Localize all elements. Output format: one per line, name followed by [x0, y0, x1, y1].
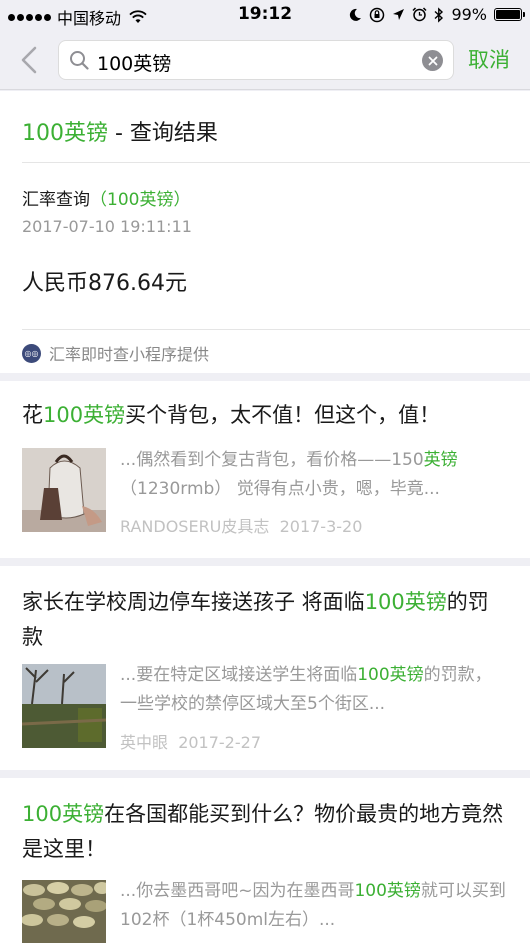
article-snippet: ...偶然看到个复古背包，看价格——150英镑 （1230rmb） 觉得有点小贵，… — [120, 446, 508, 504]
search-header: 100英镑 取消 — [0, 30, 530, 90]
article-thumbnail — [22, 880, 106, 943]
result-title-suffix: - 查询结果 — [108, 121, 218, 146]
status-bar: 中国移动 19:12 99% — [0, 0, 530, 30]
rate-label-keyword: （100英镑） — [90, 190, 191, 210]
back-button[interactable] — [14, 43, 44, 77]
rate-timestamp: 2017-07-10 19:11:11 — [22, 217, 192, 236]
article-title-keyword: 100英镑 — [22, 802, 105, 826]
result-title: 100英镑 - 查询结果 — [22, 115, 218, 147]
location-icon — [393, 9, 405, 20]
search-input[interactable]: 100英镑 — [97, 49, 171, 76]
search-field[interactable]: 100英镑 — [58, 40, 454, 80]
article-card[interactable]: 100英镑在各国都能买到什么？物价最贵的地方竟然是这里！ ...你去墨西哥吧~因… — [0, 778, 530, 943]
article-snippet-keyword: 英镑 — [423, 450, 458, 470]
article-snippet-keyword: 100英镑 — [354, 881, 421, 901]
mini-program-icon: ◎◎ — [22, 343, 41, 363]
article-title-text: 家长在学校周边停车接送孩子 将面临 — [22, 590, 365, 614]
article-source: 英中眼 — [120, 733, 169, 752]
article-thumbnail — [22, 448, 106, 532]
clear-icon[interactable] — [422, 50, 443, 71]
search-icon — [70, 51, 89, 70]
moon-icon — [350, 8, 362, 21]
battery-icon — [494, 8, 525, 21]
rate-value: 人民币876.64元 — [22, 271, 187, 296]
article-title-keyword: 100英镑 — [43, 403, 126, 427]
chevron-left-icon — [21, 46, 37, 74]
battery-percent: 99% — [451, 5, 487, 24]
article-snippet: ...你去墨西哥吧~因为在墨西哥100英镑就可以买到102杯（1杯450ml左右… — [120, 877, 508, 935]
divider — [22, 162, 530, 163]
article-date: 2017-3-20 — [279, 517, 363, 536]
article-title-keyword: 100英镑 — [364, 590, 447, 614]
article-snippet-text: （1230rmb） 觉得有点小贵，嗯，毕竟... — [120, 479, 440, 499]
rotation-lock-icon — [370, 7, 385, 22]
article-snippet-text: ...你去墨西哥吧~因为在墨西哥 — [120, 881, 355, 901]
article-title-text: 花 — [22, 403, 43, 427]
bluetooth-icon — [434, 6, 444, 23]
article-snippet: ...要在特定区域接送学生将面临100英镑的罚款，一些学校的禁停区域大至5个街区… — [120, 661, 508, 719]
article-title: 100英镑在各国都能买到什么？物价最贵的地方竟然是这里！ — [22, 797, 508, 867]
article-thumbnail — [22, 664, 106, 748]
article-card[interactable]: 家长在学校周边停车接送孩子 将面临100英镑的罚款 ...要在特定区域接送学生将… — [0, 566, 530, 770]
article-meta: 英中眼 2017-2-27 — [120, 729, 261, 753]
article-card[interactable]: 花100英镑买个背包，太不值！但这个，值！ ...偶然看到个复古背包，看价格——… — [0, 381, 530, 558]
provider-line[interactable]: ◎◎ 汇率即时查小程序提供 — [22, 341, 209, 365]
article-title: 家长在学校周边停车接送孩子 将面临100英镑的罚款 — [22, 585, 508, 655]
article-date: 2017-2-27 — [178, 733, 261, 752]
provider-label: 汇率即时查小程序提供 — [49, 345, 210, 364]
rate-label-text: 汇率查询 — [22, 190, 90, 210]
article-snippet-text: ...偶然看到个复古背包，看价格——150 — [120, 450, 424, 470]
exchange-rate-card[interactable]: 100英镑 - 查询结果 汇率查询（100英镑） 2017-07-10 19:1… — [0, 91, 530, 373]
cancel-button[interactable]: 取消 — [468, 44, 510, 74]
divider — [22, 329, 530, 330]
article-snippet-text: ...要在特定区域接送学生将面临 — [120, 665, 358, 685]
article-meta: RANDOSERU皮具志 2017-3-20 — [120, 513, 362, 537]
result-title-keyword: 100英镑 — [22, 121, 108, 146]
alarm-icon — [412, 7, 427, 22]
article-title-text: 买个背包，太不值！但这个，值！ — [125, 403, 441, 427]
article-snippet-keyword: 100英镑 — [357, 665, 424, 685]
article-title: 花100英镑买个背包，太不值！但这个，值！ — [22, 398, 508, 433]
rate-query-label: 汇率查询（100英镑） — [22, 185, 190, 210]
article-source: RANDOSERU皮具志 — [120, 517, 270, 536]
